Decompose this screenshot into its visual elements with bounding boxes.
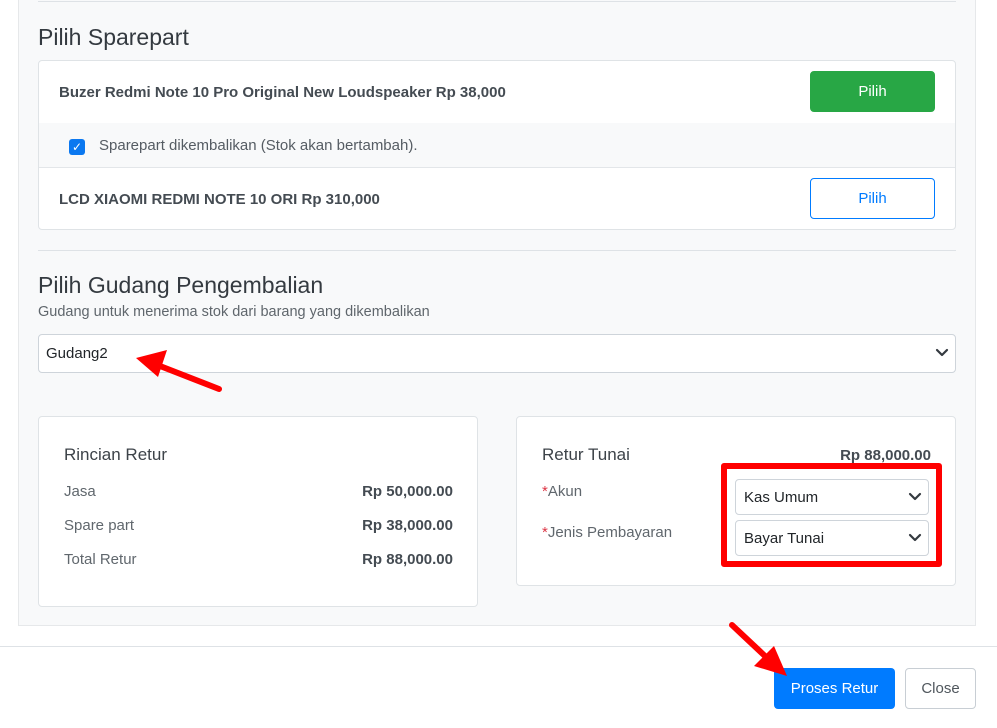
return-stock-checkbox[interactable]: ✓	[69, 139, 85, 155]
warehouse-section-title: Pilih Gudang Pengembalian	[38, 272, 324, 298]
jenis-pembayaran-label: *Jenis Pembayaran	[542, 524, 673, 541]
return-stock-option: ✓ Sparepart dikembalikan (Stok akan bert…	[39, 123, 955, 168]
rincian-retur-title: Rincian Retur	[64, 445, 167, 464]
retur-tunai-title: Retur Tunai	[542, 445, 630, 464]
modal-footer-divider	[0, 646, 997, 647]
retur-tunai-amount: Rp 88,000.00	[840, 447, 931, 464]
sparepart-item: Buzer Redmi Note 10 Pro Original New Lou…	[39, 61, 955, 123]
warehouse-section-subtitle: Gudang untuk menerima stok dari barang y…	[38, 304, 430, 320]
sparepart-item-name: Buzer Redmi Note 10 Pro Original New Lou…	[59, 84, 506, 101]
total-retur-value: Rp 88,000.00	[362, 551, 453, 568]
top-divider	[38, 1, 956, 2]
section-divider	[38, 250, 956, 251]
return-stock-label: Sparepart dikembalikan (Stok akan bertam…	[99, 137, 418, 154]
close-button[interactable]: Close	[905, 668, 976, 709]
spare-part-value: Rp 38,000.00	[362, 517, 453, 534]
pilih-button[interactable]: Pilih	[810, 178, 935, 219]
check-icon: ✓	[71, 140, 83, 154]
sparepart-item: LCD XIAOMI REDMI NOTE 10 ORI Rp 310,000 …	[39, 168, 955, 230]
chevron-down-icon	[935, 348, 949, 357]
pilih-button[interactable]: Pilih	[810, 71, 935, 112]
annotation-highlight-box	[721, 463, 942, 567]
total-retur-label: Total Retur	[64, 551, 137, 568]
spare-part-label: Spare part	[64, 517, 135, 534]
proses-retur-button[interactable]: Proses Retur	[774, 668, 895, 709]
akun-label: *Akun	[542, 483, 583, 500]
jasa-label: Jasa	[64, 483, 96, 500]
sparepart-list: Buzer Redmi Note 10 Pro Original New Lou…	[38, 60, 956, 230]
sparepart-item-name: LCD XIAOMI REDMI NOTE 10 ORI Rp 310,000	[59, 191, 380, 208]
warehouse-select[interactable]: Gudang2	[38, 334, 956, 373]
warehouse-select-value: Gudang2	[46, 345, 108, 362]
jasa-value: Rp 50,000.00	[362, 483, 453, 500]
sparepart-section-title: Pilih Sparepart	[38, 24, 189, 50]
rincian-retur-card: Rincian Retur Jasa Rp 50,000.00 Spare pa…	[38, 416, 478, 607]
